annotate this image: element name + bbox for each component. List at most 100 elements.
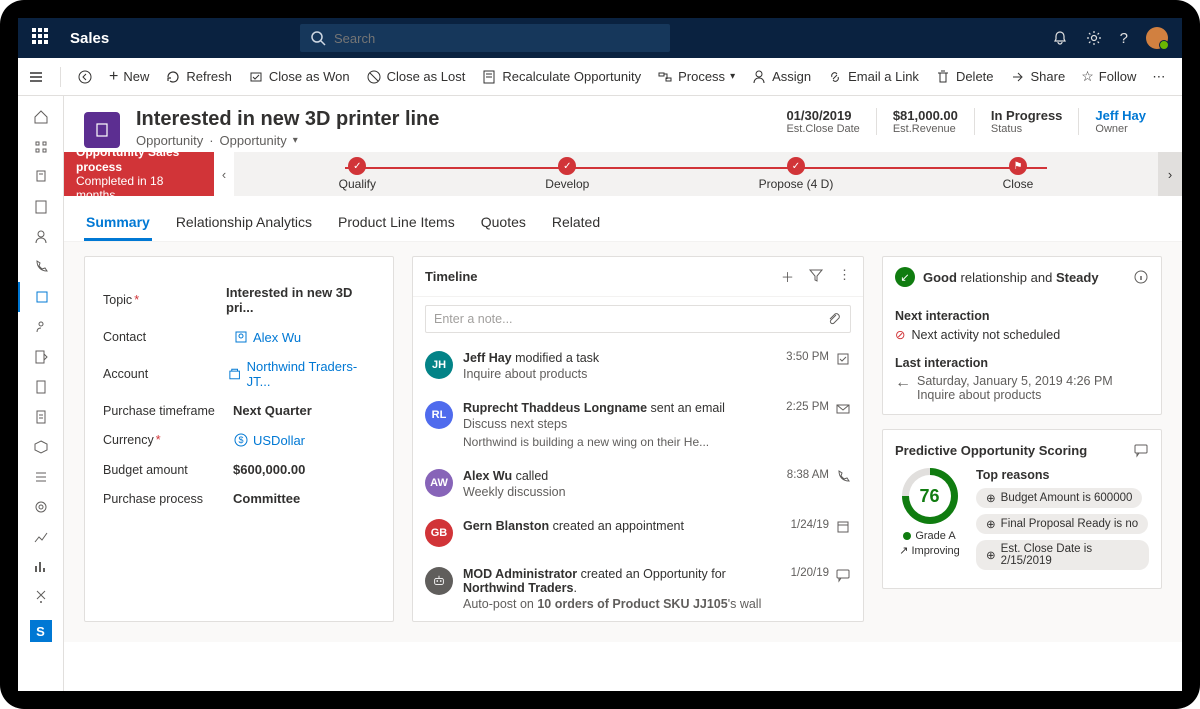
sidebar-nav: S [18,96,64,691]
new-button[interactable]: +New [109,68,149,86]
sidebar-item-docs2[interactable] [18,402,63,432]
tab-summary[interactable]: Summary [84,206,152,241]
gear-icon[interactable] [1086,30,1102,46]
share-button[interactable]: Share [1010,69,1066,85]
user-avatar[interactable] [1146,27,1168,49]
close-lost-button[interactable]: Close as Lost [366,69,466,85]
sidebar-item-goals[interactable] [18,492,63,522]
tab-relationship-analytics[interactable]: Relationship Analytics [174,206,314,241]
sidebar-item-docs[interactable] [18,372,63,402]
follow-button[interactable]: ☆Follow [1081,68,1136,85]
record-view[interactable]: Opportunity [220,133,287,148]
sidebar-item-quotes[interactable] [18,342,63,372]
bell-icon[interactable] [1052,30,1068,46]
sidebar-item-list[interactable] [18,462,63,492]
timeline-item[interactable]: JH Jeff Hay modified a task Inquire abou… [413,341,863,391]
recalculate-button[interactable]: Recalculate Opportunity [481,69,641,85]
email-icon [835,401,851,417]
score-trend: ↗Improving [899,544,960,557]
phone-icon [835,469,851,485]
timeline-filter-icon[interactable] [808,267,824,283]
sidebar-item-home[interactable] [18,102,63,132]
delete-button[interactable]: Delete [935,69,994,85]
more-commands-icon[interactable]: ⋯ [1152,69,1165,85]
health-indicator-icon: ↙ [895,267,915,287]
timeline-item[interactable]: MOD Administrator created an Opportunity… [413,557,863,621]
metric-est-revenue: $81,000.00 [893,108,958,123]
search-icon [310,30,326,46]
timeline-item[interactable]: RL Ruprecht Thaddeus Longname sent an em… [413,391,863,459]
command-bar: +New Refresh Close as Won Close as Lost … [18,58,1182,96]
sidebar-item-settings[interactable] [18,582,63,612]
process-next-icon[interactable]: › [1158,152,1182,196]
sidebar-item-contacts[interactable] [18,222,63,252]
reason-chip[interactable]: ⊕Final Proposal Ready is no [976,514,1148,534]
chat-icon[interactable] [1133,442,1149,458]
field-purchase-timeframe[interactable]: Next Quarter [233,403,312,418]
refresh-button[interactable]: Refresh [165,69,232,85]
last-interaction-subject: Inquire about products [917,388,1113,402]
menu-icon[interactable] [28,69,44,85]
owner-link[interactable]: Jeff Hay [1095,108,1146,123]
record-title: Interested in new 3D printer line [136,108,439,131]
email-link-button[interactable]: Email a Link [827,69,919,85]
timeline-item[interactable]: GB Gern Blanston created an appointment … [413,509,863,557]
attachment-icon[interactable] [826,311,842,327]
field-topic[interactable]: Interested in new 3D pri... [226,285,375,315]
tab-product-line-items[interactable]: Product Line Items [336,206,457,241]
back-icon[interactable] [77,69,93,85]
close-won-button[interactable]: Close as Won [248,69,350,85]
sidebar-item-calls[interactable] [18,252,63,282]
timeline-title: Timeline [425,269,478,284]
field-budget[interactable]: $600,000.00 [233,462,305,477]
sidebar-item-chart[interactable] [18,552,63,582]
post-icon [835,567,851,583]
timeline-add-icon[interactable]: ＋ [781,267,794,286]
sidebar-item-pinned[interactable] [18,162,63,192]
search-input[interactable] [334,31,660,46]
tab-quotes[interactable]: Quotes [479,206,528,241]
avatar-initials: RL [425,401,453,429]
stage-qualify[interactable]: ✓Qualify [339,157,376,191]
info-icon[interactable] [1133,269,1149,285]
stage-develop[interactable]: ✓Develop [545,157,589,191]
process-button[interactable]: Process▾ [657,69,735,85]
sidebar-item-recent[interactable] [18,132,63,162]
last-interaction-date: Saturday, January 5, 2019 4:26 PM [917,374,1113,388]
timeline-note-input[interactable]: Enter a note... [425,305,851,333]
form-tabs: Summary Relationship Analytics Product L… [64,196,1182,242]
chevron-down-icon[interactable]: ▾ [293,135,298,146]
summary-fields-card: Topic*Interested in new 3D pri... Contac… [84,256,394,622]
arrow-left-icon: ← [895,374,911,392]
field-contact[interactable]: Alex Wu [233,329,301,345]
top-bar: Sales ? [18,18,1182,58]
field-currency[interactable]: $USDollar [233,432,305,448]
sidebar-item-products[interactable] [18,432,63,462]
global-search[interactable] [300,24,670,52]
assign-button[interactable]: Assign [751,69,811,85]
score-grade: Grade A [903,530,955,542]
business-process-bar: Opportunity Sales process Completed in 1… [64,152,1182,196]
record-header: Interested in new 3D printer line Opport… [64,96,1182,152]
metric-close-date: 01/30/2019 [786,108,859,123]
sidebar-item-activities[interactable] [18,192,63,222]
relationship-health: Good relationship and Steady [923,270,1099,285]
field-purchase-process[interactable]: Committee [233,491,300,506]
app-launcher-icon[interactable] [32,28,52,48]
process-name-block[interactable]: Opportunity Sales process Completed in 1… [64,152,214,196]
tab-related[interactable]: Related [550,206,602,241]
reason-chip[interactable]: ⊕Budget Amount is 600000 [976,488,1142,508]
timeline-more-icon[interactable]: ⋮ [838,267,851,286]
sidebar-footer-area[interactable]: S [30,620,52,642]
sidebar-item-leads[interactable] [18,312,63,342]
sidebar-item-opportunities[interactable] [18,282,63,312]
field-account[interactable]: Northwind Traders-JT... [227,359,375,389]
process-prev-icon[interactable]: ‹ [214,152,234,196]
metric-status: In Progress [991,108,1063,123]
stage-propose[interactable]: ✓Propose (4 D) [759,157,834,191]
help-icon[interactable]: ? [1120,30,1128,47]
sidebar-item-analytics[interactable] [18,522,63,552]
reason-chip[interactable]: ⊕Est. Close Date is 2/15/2019 [976,540,1149,570]
timeline-item[interactable]: AW Alex Wu called Weekly discussion 8:38… [413,459,863,509]
stage-close[interactable]: ⚑Close [1003,157,1034,191]
